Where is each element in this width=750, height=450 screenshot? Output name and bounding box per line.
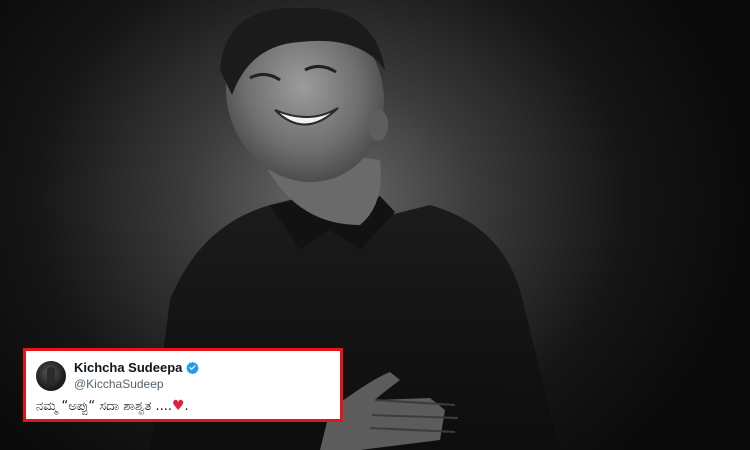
avatar-figure xyxy=(47,367,55,385)
tweet-card[interactable]: Kichcha Sudeepa @KicchaSudeep ನಮ್ಮ “ಅಪ್ಪ… xyxy=(23,348,343,422)
avatar[interactable] xyxy=(36,361,66,391)
tweet-handle[interactable]: @KicchaSudeep xyxy=(74,377,164,391)
tweet-text-body: ನಮ್ಮ “ಅಪ್ಪು“ ಸದಾ ಶಾಶ್ವತ .... xyxy=(36,399,172,414)
tweet-author-name[interactable]: Kichcha Sudeepa xyxy=(74,360,200,375)
tweet-text-suffix: . xyxy=(184,399,189,414)
display-name-text: Kichcha Sudeepa xyxy=(74,360,183,375)
red-heart-icon: ♥ xyxy=(171,398,185,414)
verified-badge-icon xyxy=(186,361,200,374)
tweet-text: ನಮ್ಮ “ಅಪ್ಪು“ ಸದಾ ಶಾಶ್ವತ ....♥. xyxy=(36,398,189,414)
